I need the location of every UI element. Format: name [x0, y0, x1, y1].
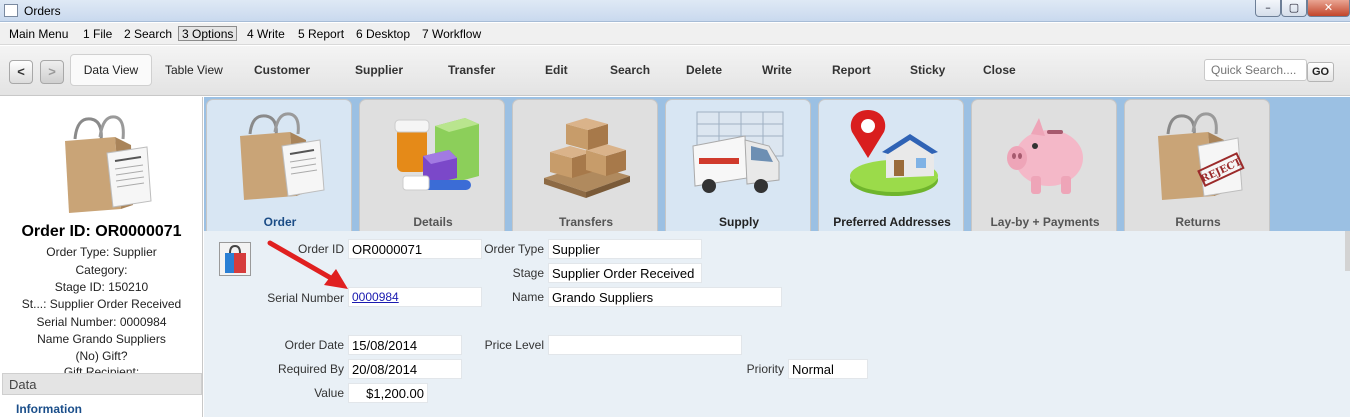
shopping-bag-icon — [225, 244, 246, 273]
shopping-bag-invoice-icon — [240, 112, 325, 200]
menu-search[interactable]: 2 Search — [121, 27, 175, 42]
back-button[interactable]: < — [9, 60, 33, 84]
information-link[interactable]: Information — [16, 402, 82, 416]
summary-name: Name Grando Suppliers — [37, 332, 166, 346]
tab-order-label: Order — [263, 215, 297, 229]
tab-supply-label: Supply — [718, 215, 759, 229]
map-pin-house-icon — [850, 110, 938, 196]
minimize-button[interactable]: – — [1255, 0, 1281, 17]
price-level-label: Price Level — [484, 338, 544, 352]
tab-transfers[interactable]: Transfers — [512, 99, 658, 231]
menu-desktop[interactable]: 6 Desktop — [353, 27, 413, 42]
tab-details[interactable]: Details — [359, 99, 505, 231]
close-window-button[interactable]: ✕ — [1307, 0, 1350, 17]
customer-button[interactable]: Customer — [254, 63, 310, 77]
serial-number-link[interactable]: 0000984 — [348, 287, 482, 307]
order-date-field[interactable]: 15/08/2014 — [348, 335, 462, 355]
summary-gift-recipient: Gift Recipient: — [63, 365, 140, 373]
tab-layby-payments-label: Lay-by + Payments — [990, 215, 1100, 229]
products-icon — [394, 118, 479, 191]
data-section-header[interactable]: Data — [2, 373, 202, 395]
table-view-button[interactable]: Table View — [165, 63, 223, 77]
order-id-field[interactable]: OR0000071 — [348, 239, 482, 259]
order-date-label: Order Date — [284, 338, 344, 352]
shopping-bag-invoice-icon — [65, 115, 152, 213]
piggy-bank-icon — [1007, 118, 1083, 194]
delivery-truck-icon — [692, 111, 784, 193]
tab-order[interactable]: Order — [206, 99, 352, 231]
order-type-field[interactable]: Supplier — [548, 239, 702, 259]
menu-report[interactable]: 5 Report — [295, 27, 347, 42]
quick-search-input[interactable] — [1204, 59, 1307, 81]
stage-label: Stage — [512, 266, 544, 280]
edit-button[interactable]: Edit — [545, 63, 568, 77]
menu-main[interactable]: Main Menu — [6, 27, 71, 42]
sticky-button[interactable]: Sticky — [910, 63, 945, 77]
order-summary-panel: Order ID: OR0000071 Order Type: Supplier… — [0, 97, 203, 417]
scrollbar[interactable] — [1345, 231, 1350, 271]
menu-options[interactable]: 3 Options — [178, 26, 238, 41]
name-field[interactable]: Grando Suppliers — [548, 287, 782, 307]
priority-field[interactable]: Normal — [788, 359, 868, 379]
order-bag-button[interactable] — [219, 242, 251, 276]
menu-bar: Main Menu 1 File 2 Search 3 Options 4 Wr… — [0, 23, 1350, 45]
app-icon — [4, 4, 18, 17]
required-by-field[interactable]: 20/08/2014 — [348, 359, 462, 379]
required-by-label: Required By — [277, 362, 344, 376]
supplier-button[interactable]: Supplier — [355, 63, 403, 77]
serial-number-label: Serial Number — [267, 291, 344, 305]
data-view-button[interactable]: Data View — [70, 54, 152, 86]
window-title: Orders — [24, 4, 61, 18]
name-label: Name — [511, 290, 544, 304]
tab-transfers-label: Transfers — [558, 215, 614, 229]
menu-workflow[interactable]: 7 Workflow — [419, 27, 484, 42]
summary-order-type: Order Type: Supplier — [46, 245, 157, 259]
priority-label: Priority — [746, 362, 784, 376]
order-type-label: Order Type — [484, 242, 544, 256]
forward-button[interactable]: > — [40, 60, 64, 84]
tab-details-label: Details — [413, 215, 453, 229]
stage-field[interactable]: Supplier Order Received — [548, 263, 702, 283]
order-id-label: Order ID — [297, 242, 344, 256]
close-button[interactable]: Close — [983, 63, 1016, 77]
tab-returns[interactable]: REJECT Returns — [1124, 99, 1270, 231]
summary-gift: (No) Gift? — [75, 349, 128, 363]
transfer-button[interactable]: Transfer — [448, 63, 495, 77]
value-label: Value — [314, 386, 344, 400]
summary-stage: St...: Supplier Order Received — [21, 297, 182, 311]
tab-returns-label: Returns — [1175, 215, 1221, 229]
summary-stage-id: Stage ID: 150210 — [54, 280, 149, 294]
maximize-button[interactable]: ▢ — [1281, 0, 1307, 17]
toolbar: < > Data View Table View Customer Suppli… — [0, 46, 1350, 96]
order-id-heading: Order ID: OR0000071 — [21, 223, 182, 240]
boxes-pallet-icon — [544, 118, 630, 198]
summary-serial-number: Serial Number: 0000984 — [36, 315, 167, 329]
tab-layby-payments[interactable]: Lay-by + Payments — [971, 99, 1117, 231]
price-level-field[interactable] — [548, 335, 742, 355]
summary-category: Category: — [75, 263, 128, 277]
tab-supply[interactable]: Supply — [665, 99, 811, 231]
order-form: Order ID OR0000071 Order Type Supplier S… — [204, 231, 1350, 417]
tab-preferred-addresses-label: Preferred Addresses — [833, 215, 951, 229]
title-bar: Orders – ▢ ✕ — [0, 0, 1350, 22]
tab-strip: Order Details Transfers Supply Preferred… — [204, 97, 1350, 231]
rejected-bag-icon: REJECT — [1158, 112, 1245, 200]
tab-preferred-addresses[interactable]: Preferred Addresses — [818, 99, 964, 231]
menu-file[interactable]: 1 File — [80, 27, 115, 42]
write-button[interactable]: Write — [762, 63, 792, 77]
delete-button[interactable]: Delete — [686, 63, 722, 77]
search-button[interactable]: Search — [610, 63, 650, 77]
report-button[interactable]: Report — [832, 63, 871, 77]
value-field[interactable]: $1,200.00 — [348, 383, 428, 403]
menu-write[interactable]: 4 Write — [244, 27, 288, 42]
go-button[interactable]: GO — [1307, 62, 1334, 82]
